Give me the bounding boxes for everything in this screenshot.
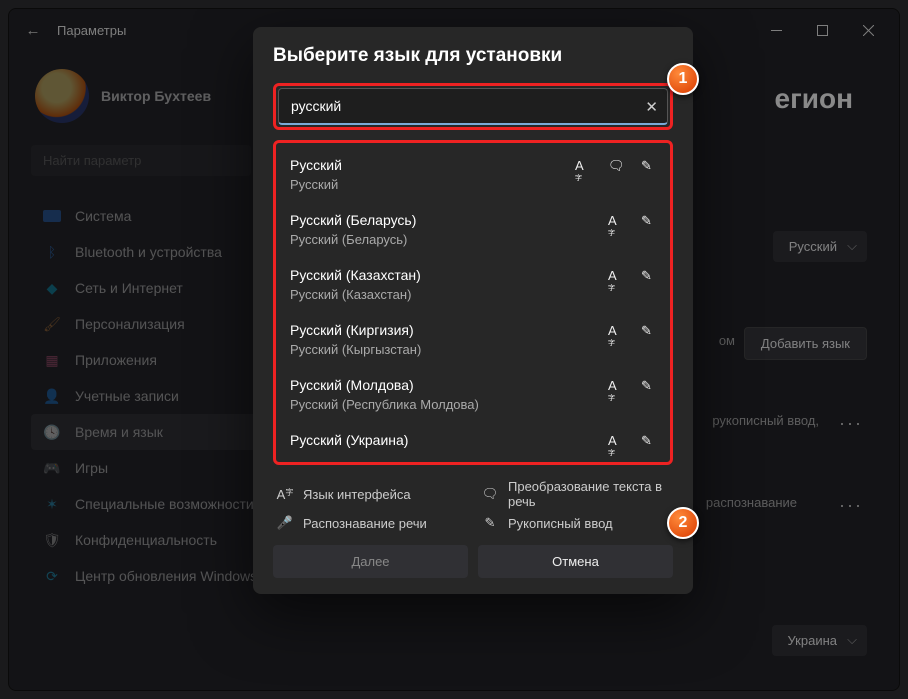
handwriting-icon: ✎: [641, 378, 656, 393]
language-result-item[interactable]: Русский (Украина)A字 ✎: [278, 422, 668, 458]
language-native-name: Русский (Казахстан): [290, 287, 656, 302]
handwriting-icon: ✎: [641, 158, 656, 173]
speech-icon: 🎤: [277, 515, 293, 531]
display-language-icon: A字: [608, 433, 623, 448]
feature-icons: A字 ✎: [608, 433, 656, 448]
language-native-name: Русский: [290, 177, 656, 192]
display-language-icon: A字: [608, 268, 623, 283]
annotation-marker-2: 2: [667, 507, 699, 539]
handwriting-icon: ✎: [641, 323, 656, 338]
clear-search-button[interactable]: ✕: [645, 98, 658, 116]
language-results-list: РусскийA字🗨✎РусскийРусский (Беларусь)A字✎Р…: [273, 140, 673, 465]
feature-icons: A字 ✎: [608, 323, 656, 338]
language-name: Русский (Беларусь): [290, 212, 608, 228]
language-result-item[interactable]: Русский (Киргизия)A字 ✎ Русский (Кыргызстан…: [278, 312, 668, 367]
feature-icons: A字 🗨 ✎: [575, 158, 656, 173]
display-language-icon: A字: [608, 323, 623, 338]
next-button[interactable]: Далее: [273, 545, 468, 578]
language-name: Русский (Украина): [290, 432, 608, 448]
display-language-icon: A字: [608, 213, 623, 228]
language-result-item[interactable]: РусскийA字🗨✎Русский: [278, 147, 668, 202]
language-native-name: Русский (Республика Молдова): [290, 397, 656, 412]
display-language-icon: A字: [575, 158, 590, 173]
add-language-modal: Выберите язык для установки ✕ РусскийA字🗨…: [253, 27, 693, 594]
language-name: Русский (Казахстан): [290, 267, 608, 283]
handwriting-icon: ✎: [641, 433, 656, 448]
language-native-name: Русский (Кыргызстан): [290, 342, 656, 357]
handwriting-icon: ✎: [641, 213, 656, 228]
annotation-search-highlight: ✕: [273, 83, 673, 130]
tts-icon: 🗨: [608, 158, 623, 173]
display-language-icon: A字: [277, 487, 293, 502]
feature-legend: A字Язык интерфейса 🗨Преобразование текста…: [277, 479, 669, 531]
handwriting-icon: ✎: [641, 268, 656, 283]
feature-icons: A字 ✎: [608, 213, 656, 228]
settings-window: ← Параметры Виктор Бухтеев Система ᛒBlue…: [8, 8, 900, 691]
language-result-item[interactable]: Русский (Беларусь)A字✎Русский (Беларусь): [278, 202, 668, 257]
feature-icons: A字 ✎: [608, 268, 656, 283]
language-name: Русский (Молдова): [290, 377, 608, 393]
language-name: Русский: [290, 157, 575, 173]
language-search-input[interactable]: [278, 88, 668, 125]
language-result-item[interactable]: Русский (Казахстан)A字✎Русский (Казахстан…: [278, 257, 668, 312]
language-name: Русский (Киргизия): [290, 322, 608, 338]
language-native-name: Русский (Беларусь): [290, 232, 656, 247]
modal-title: Выберите язык для установки: [273, 45, 673, 67]
annotation-marker-1: 1: [667, 63, 699, 95]
display-language-icon: A字: [608, 378, 623, 393]
tts-icon: 🗨: [482, 486, 498, 502]
handwriting-icon: ✎: [482, 515, 498, 531]
feature-icons: A字 ✎: [608, 378, 656, 393]
language-result-item[interactable]: Русский (Молдова)A字 ✎ Русский (Республика …: [278, 367, 668, 422]
cancel-button[interactable]: Отмена: [478, 545, 673, 578]
